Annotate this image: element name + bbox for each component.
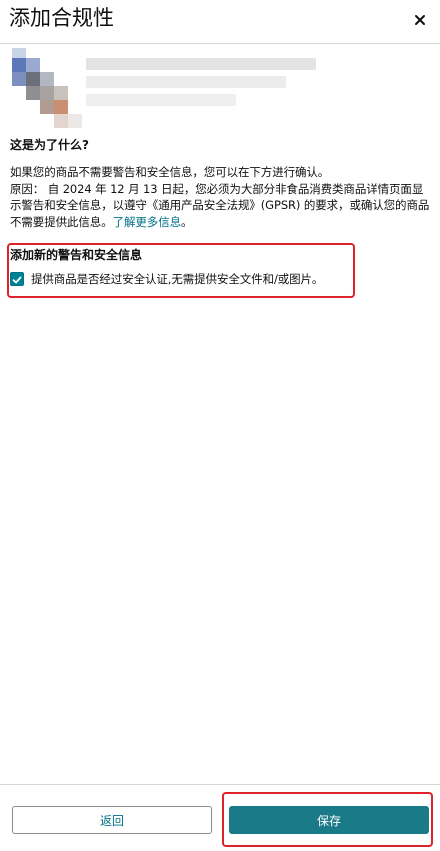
explanation-line: 如果您的商品不需要警告和安全信息，您可以在下方进行确认。 xyxy=(10,165,330,179)
explanation-reason: 原因： 自 2024 年 12 月 13 日起，您必须为大部分非食品消费类商品详… xyxy=(10,181,430,231)
back-button[interactable]: 返回 xyxy=(12,806,212,834)
question-heading: 这是为了什么? xyxy=(10,138,89,152)
page-title: 添加合规性 xyxy=(9,6,114,30)
period: 。 xyxy=(181,214,193,229)
warnings-heading: 添加新的警告和安全信息 xyxy=(10,248,143,262)
panel-header: 添加合规性 xyxy=(0,0,440,44)
safety-certified-checkbox[interactable] xyxy=(10,272,24,286)
safety-certified-checkbox-row[interactable]: 提供商品是否经过安全认证,无需提供安全文件和/或图片。 xyxy=(10,271,323,287)
explanation-text: 如果您的商品不需要警告和安全信息，您可以在下方进行确认。 原因： 自 2024 … xyxy=(10,164,430,230)
close-icon xyxy=(414,14,426,26)
close-button[interactable] xyxy=(408,8,432,32)
product-thumbnail xyxy=(8,48,88,136)
learn-more-link[interactable]: 了解更多信息 xyxy=(113,215,182,229)
product-title-blurred xyxy=(86,54,326,134)
product-preview xyxy=(8,48,428,138)
reason-text: 原因： 自 2024 年 12 月 13 日起，您必须为大部分非食品消费类商品详… xyxy=(10,181,430,229)
checkbox-label: 提供商品是否经过安全认证,无需提供安全文件和/或图片。 xyxy=(31,272,324,286)
add-compliance-panel: 添加合规性 这是为了什么? 如果您的商品不需要警告和安全信息，您可以在下方进行确… xyxy=(0,0,440,851)
save-button[interactable]: 保存 xyxy=(229,806,429,834)
checkmark-icon xyxy=(12,270,22,289)
